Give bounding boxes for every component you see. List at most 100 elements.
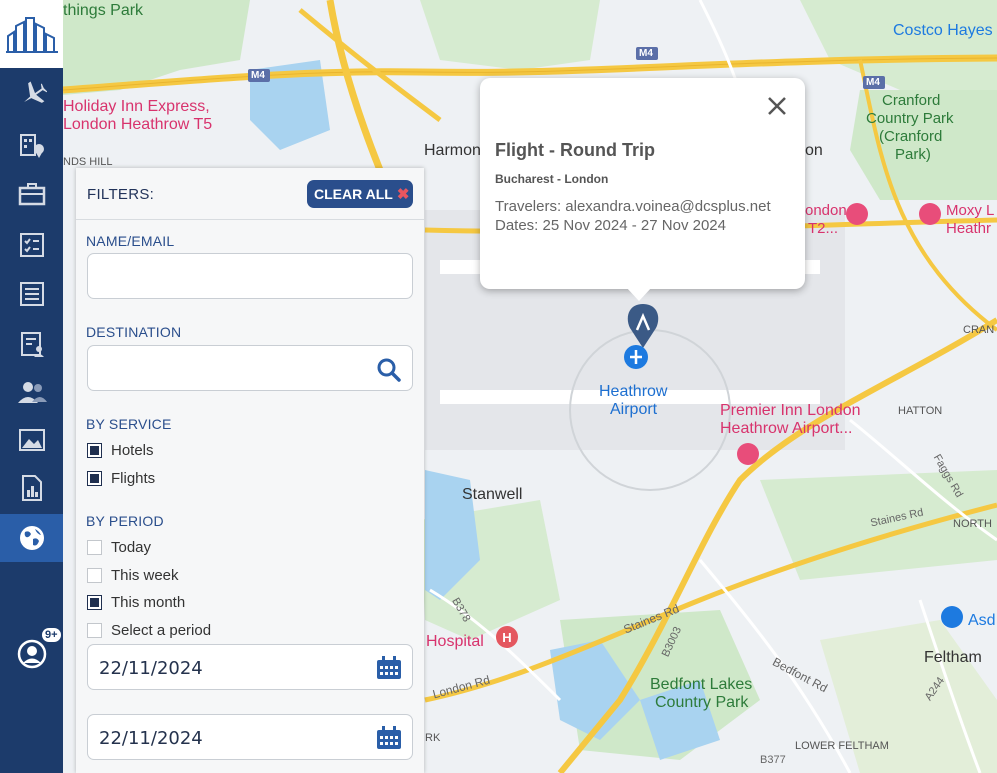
map-label-hotel: Moxy L: [946, 202, 995, 219]
map-label-area: LOWER FELTHAM: [795, 740, 889, 752]
airplane-icon: [23, 81, 47, 103]
checkbox-label: Today: [111, 538, 152, 556]
map-label-airport: Heathrow: [599, 383, 668, 400]
date-to-input[interactable]: 22/11/2024: [87, 714, 413, 760]
map-label-park: Park): [895, 146, 931, 163]
sidebar-item-gallery[interactable]: [0, 416, 63, 464]
clear-all-button[interactable]: CLEAR ALL ✖: [307, 180, 413, 208]
service-hotels-checkbox[interactable]: Hotels: [87, 441, 154, 459]
sidebar-item-map[interactable]: [0, 514, 63, 562]
by-period-label: BY PERIOD: [86, 513, 164, 529]
destination-label: DESTINATION: [86, 324, 182, 340]
sidebar-item-news[interactable]: [0, 270, 63, 318]
checkbox-checked[interactable]: [87, 442, 102, 458]
destination-input[interactable]: [87, 345, 413, 391]
hospital-pin-icon: H: [496, 626, 518, 648]
road-shield-label: M4: [639, 48, 653, 59]
map-label-shop: Costco Hayes: [893, 22, 993, 39]
map-label-airport: Airport: [610, 401, 658, 418]
close-x-icon: ✖: [396, 186, 410, 203]
sidebar-item-business[interactable]: [0, 170, 63, 218]
sidebar-item-flights[interactable]: [0, 70, 63, 118]
checkbox-label: Flights: [111, 469, 156, 487]
sidebar: 9+: [0, 0, 63, 773]
checkbox-label: This month: [111, 593, 186, 611]
calendar-icon[interactable]: [376, 726, 402, 755]
image-icon: [18, 429, 45, 451]
map-label-hotel: London Heathrow T5: [63, 116, 213, 133]
sidebar-item-reports[interactable]: [0, 320, 63, 368]
service-flights-checkbox[interactable]: Flights: [87, 469, 155, 487]
checkbox-label: This week: [111, 566, 179, 584]
globe-icon: [19, 526, 44, 550]
map-label-area: RK: [425, 732, 441, 744]
map-label-hospital: Hospital: [426, 633, 484, 650]
sidebar-item-statistics[interactable]: [0, 464, 63, 512]
map-label-hotel: T2...: [808, 220, 839, 237]
svg-text:H: H: [502, 630, 511, 645]
period-today-checkbox[interactable]: Today: [87, 538, 151, 556]
popup-dates: Dates: 25 Nov 2024 - 27 Nov 2024: [495, 217, 726, 234]
city-logo-icon: [5, 17, 58, 53]
by-service-label: BY SERVICE: [86, 416, 172, 432]
calendar-icon[interactable]: [376, 656, 402, 685]
map-label-area: NORTH: [953, 518, 992, 530]
date-from-input[interactable]: 22/11/2024: [87, 644, 413, 690]
road-shield-label: M4: [251, 70, 265, 81]
map-label-road: B377: [760, 754, 786, 766]
map-label-hotel: ondon: [805, 202, 847, 219]
map-label-park: (Cranford: [879, 128, 943, 145]
date-to-value: 22/11/2024: [99, 728, 203, 749]
map-label-park: Bedfont Lakes: [650, 676, 753, 693]
map-label-hotel: Holiday Inn Express,: [63, 98, 210, 115]
map-label-town: Harmon: [424, 142, 481, 159]
newspaper-icon: [19, 282, 44, 306]
checkbox-label: Select a period: [111, 621, 212, 639]
map-label-area: CRAN: [963, 324, 995, 336]
map-label-hotel: Premier Inn London: [720, 402, 861, 419]
sidebar-item-users[interactable]: [0, 368, 63, 416]
period-week-checkbox[interactable]: This week: [87, 566, 179, 584]
filters-panel: FILTERS: CLEAR ALL ✖ NAME/EMAIL DESTINAT…: [76, 168, 424, 773]
clear-all-label: CLEAR ALL: [314, 186, 393, 202]
map-label-hotel: Heathr: [946, 220, 992, 237]
checkbox-checked[interactable]: [87, 594, 102, 610]
map-label-park: things Park: [63, 2, 144, 19]
trip-info-popup: Flight - Round Trip Bucharest - London T…: [480, 78, 805, 301]
map-label-town: Stanwell: [462, 486, 523, 503]
checkbox-label: Hotels: [111, 441, 154, 459]
checkbox-unchecked[interactable]: [87, 539, 102, 555]
users-icon: [17, 382, 47, 403]
sidebar-item-hotels[interactable]: [0, 120, 63, 168]
checklist-icon: [19, 233, 44, 257]
logo[interactable]: [0, 0, 63, 68]
checkbox-unchecked[interactable]: [87, 567, 102, 583]
name-email-input[interactable]: [87, 253, 413, 299]
popup-title: Flight - Round Trip: [495, 140, 655, 160]
map-label-park: Country Park: [655, 694, 749, 711]
map-label-area: HATTON: [898, 405, 943, 417]
close-icon[interactable]: [767, 96, 787, 121]
clipboard-user-icon: [20, 332, 44, 357]
bar-report-icon: [21, 475, 42, 501]
airport-pin-icon: [624, 345, 648, 369]
period-month-checkbox[interactable]: This month: [87, 593, 185, 611]
map-label-town: Feltham: [924, 649, 982, 666]
filters-title: FILTERS:: [87, 186, 155, 203]
map-label-hotel: Heathrow Airport...: [720, 420, 853, 437]
briefcase-icon: [18, 183, 45, 206]
sidebar-item-tasks[interactable]: [0, 220, 63, 268]
date-from-value: 22/11/2024: [99, 658, 203, 679]
checkbox-unchecked[interactable]: [87, 622, 102, 638]
notification-badge: 9+: [42, 628, 61, 642]
map-label-park: Cranford: [882, 92, 941, 109]
search-icon[interactable]: [376, 357, 402, 388]
checkbox-checked[interactable]: [87, 470, 102, 486]
hotel-location-icon: [19, 134, 44, 158]
popup-route: Bucharest - London: [495, 172, 609, 186]
name-email-label: NAME/EMAIL: [86, 233, 175, 249]
user-avatar-icon: [17, 639, 46, 669]
filters-header: FILTERS: CLEAR ALL ✖: [76, 168, 424, 220]
popup-pointer: [626, 287, 652, 301]
period-custom-checkbox[interactable]: Select a period: [87, 621, 211, 639]
